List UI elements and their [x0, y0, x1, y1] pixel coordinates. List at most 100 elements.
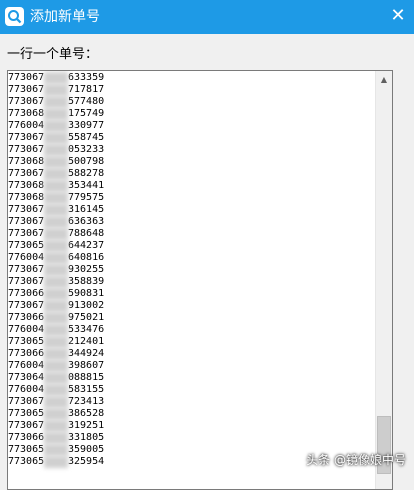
- tracking-number-line: 773067 358839: [8, 276, 378, 288]
- redaction-blur: [44, 168, 68, 180]
- tracking-number-prefix: 773067: [8, 168, 44, 179]
- tracking-number-prefix: 773065: [8, 456, 44, 467]
- tracking-number-suffix: 330977: [68, 120, 105, 131]
- tracking-numbers-textarea[interactable]: 773067 633359 773067 717817 773067 577480 7730…: [7, 70, 393, 490]
- redaction-blur: [44, 456, 68, 468]
- tracking-number-suffix: 590831: [68, 288, 105, 299]
- tracking-number-prefix: 773067: [8, 264, 44, 275]
- tracking-number-line: 776004 330977: [8, 120, 378, 132]
- input-prompt-label: 一行一个单号：: [7, 47, 99, 62]
- redaction-blur: [44, 336, 68, 348]
- tracking-number-suffix: 386528: [68, 408, 105, 419]
- tracking-number-line: 773067 930255: [8, 264, 378, 276]
- tracking-number-prefix: 773067: [8, 96, 44, 107]
- tracking-number-suffix: 088815: [68, 372, 105, 383]
- tracking-number-suffix: 930255: [68, 264, 105, 275]
- tracking-number-prefix: 773067: [8, 72, 44, 83]
- tracking-number-prefix: 773067: [8, 300, 44, 311]
- tracking-number-suffix: 212401: [68, 336, 105, 347]
- redaction-blur: [44, 108, 68, 120]
- tracking-number-line: 773067 588278: [8, 168, 378, 180]
- tracking-number-suffix: 583155: [68, 384, 105, 395]
- tracking-number-prefix: 773067: [8, 204, 44, 215]
- tracking-number-suffix: 319251: [68, 420, 105, 431]
- tracking-number-line: 776004 398607: [8, 360, 378, 372]
- tracking-number-line: 773065 212401: [8, 336, 378, 348]
- tracking-number-suffix: 331805: [68, 432, 105, 443]
- tracking-number-prefix: 776004: [8, 252, 44, 263]
- tracking-number-suffix: 640816: [68, 252, 105, 263]
- redaction-blur: [44, 72, 68, 84]
- tracking-number-prefix: 773065: [8, 444, 44, 455]
- tracking-number-prefix: 773067: [8, 84, 44, 95]
- redaction-blur: [44, 240, 68, 252]
- tracking-number-line: 773067 723413: [8, 396, 378, 408]
- tracking-number-prefix: 773068: [8, 192, 44, 203]
- redaction-blur: [44, 276, 68, 288]
- tracking-number-line: 773067 577480: [8, 96, 378, 108]
- redaction-blur: [44, 252, 68, 264]
- tracking-number-suffix: 175749: [68, 108, 105, 119]
- tracking-number-prefix: 773068: [8, 180, 44, 191]
- tracking-number-line: 773067 316145: [8, 204, 378, 216]
- tracking-number-line: 773066 344924: [8, 348, 378, 360]
- tracking-number-prefix: 773067: [8, 420, 44, 431]
- tracking-number-prefix: 773068: [8, 108, 44, 119]
- redaction-blur: [44, 384, 68, 396]
- tracking-number-prefix: 773067: [8, 396, 44, 407]
- tracking-number-suffix: 358839: [68, 276, 105, 287]
- title-bar: 添加新单号 ✕: [0, 0, 414, 34]
- tracking-number-prefix: 773067: [8, 216, 44, 227]
- redaction-blur: [44, 408, 68, 420]
- tracking-number-prefix: 773066: [8, 288, 44, 299]
- tracking-number-suffix: 558745: [68, 132, 105, 143]
- close-button[interactable]: ✕: [385, 4, 411, 28]
- tracking-number-suffix: 633359: [68, 72, 105, 83]
- redaction-blur: [44, 144, 68, 156]
- redaction-blur: [44, 96, 68, 108]
- vertical-scrollbar[interactable]: ▲: [375, 71, 392, 489]
- tracking-number-suffix: 913002: [68, 300, 105, 311]
- redaction-blur: [44, 288, 68, 300]
- watermark: 头条 @镜像娘中号: [306, 451, 406, 468]
- redaction-blur: [44, 300, 68, 312]
- tracking-number-line: 773067 633359: [8, 72, 378, 84]
- tracking-number-line: 773067 717817: [8, 84, 378, 96]
- tracking-number-prefix: 773065: [8, 240, 44, 251]
- redaction-blur: [44, 84, 68, 96]
- tracking-number-line: 773065 386528: [8, 408, 378, 420]
- tracking-number-line: 776004 640816: [8, 252, 378, 264]
- redaction-blur: [44, 324, 68, 336]
- tracking-number-prefix: 773068: [8, 156, 44, 167]
- tracking-number-prefix: 773067: [8, 144, 44, 155]
- redaction-blur: [44, 444, 68, 456]
- tracking-number-suffix: 644237: [68, 240, 105, 251]
- tracking-numbers-list: 773067 633359 773067 717817 773067 577480 7730…: [8, 72, 378, 468]
- tracking-number-suffix: 353441: [68, 180, 105, 191]
- redaction-blur: [44, 204, 68, 216]
- tracking-number-prefix: 773065: [8, 408, 44, 419]
- tracking-number-prefix: 776004: [8, 384, 44, 395]
- redaction-blur: [44, 132, 68, 144]
- tracking-number-suffix: 975021: [68, 312, 105, 323]
- redaction-blur: [44, 264, 68, 276]
- tracking-number-suffix: 316145: [68, 204, 105, 215]
- tracking-number-line: 773067 558745: [8, 132, 378, 144]
- tracking-number-suffix: 717817: [68, 84, 105, 95]
- scroll-up-arrow-icon[interactable]: ▲: [376, 71, 392, 88]
- watermark-text: 头条 @镜像娘中号: [306, 453, 406, 467]
- tracking-number-suffix: 500798: [68, 156, 105, 167]
- redaction-blur: [44, 348, 68, 360]
- tracking-number-prefix: 773066: [8, 312, 44, 323]
- redaction-blur: [44, 228, 68, 240]
- tracking-number-line: 773064 088815: [8, 372, 378, 384]
- redaction-blur: [44, 420, 68, 432]
- tracking-number-suffix: 325954: [68, 456, 105, 467]
- tracking-number-prefix: 773067: [8, 132, 44, 143]
- tracking-number-suffix: 779575: [68, 192, 105, 203]
- tracking-number-suffix: 344924: [68, 348, 105, 359]
- tracking-number-prefix: 773067: [8, 276, 44, 287]
- tracking-number-line: 773067 053233: [8, 144, 378, 156]
- tracking-number-prefix: 776004: [8, 120, 44, 131]
- tracking-number-prefix: 776004: [8, 324, 44, 335]
